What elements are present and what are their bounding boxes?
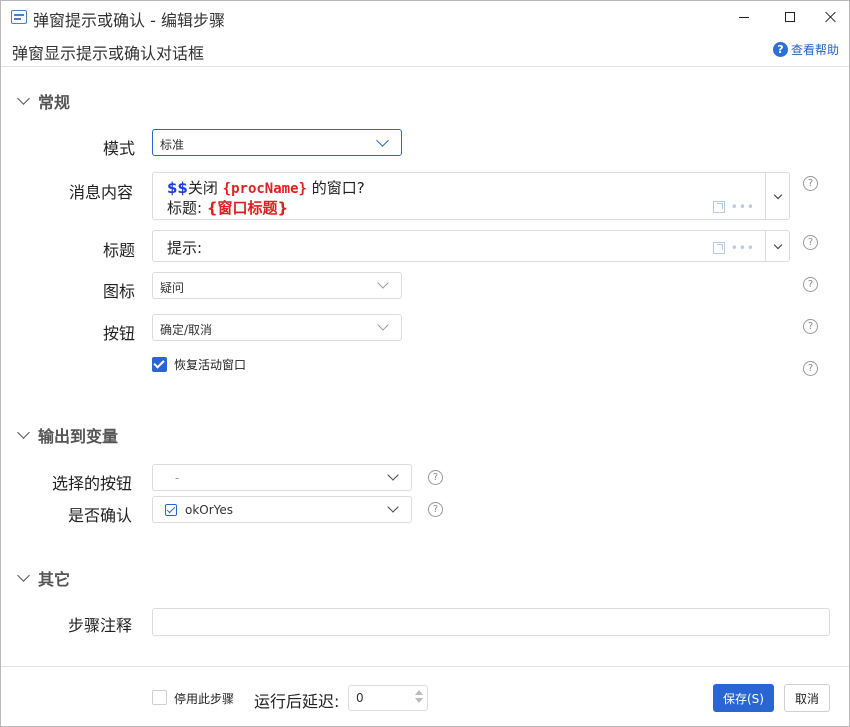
title-tools: ••• [712, 241, 755, 255]
expression-prefix: $$ [167, 179, 188, 197]
mode-select-value: 标准 [160, 138, 185, 152]
chevron-down-icon [377, 277, 389, 289]
chevron-down-icon [773, 190, 782, 199]
title-input[interactable]: 提示: ••• [152, 230, 790, 262]
delay-label: 运行后延迟: [254, 692, 340, 711]
section-output-header[interactable]: 输出到变量 [17, 423, 119, 447]
editor-tools: ••• [712, 200, 755, 214]
disable-step-checkbox[interactable] [152, 690, 167, 705]
title-dropdown-button[interactable] [765, 231, 789, 261]
buttons-select[interactable]: 确定/取消 [152, 314, 402, 341]
title-field-label: 标题 [103, 241, 136, 260]
message-text-c: 标题: [167, 199, 207, 217]
message-text-b: 的窗口? [306, 179, 365, 197]
chevron-down-icon [17, 92, 30, 105]
title-bar[interactable]: 弹窗提示或确认 - 编辑步骤 [1, 1, 849, 35]
help-icon-restore-window[interactable]: ? [803, 361, 818, 376]
selected-button-variable-select[interactable]: - [152, 464, 412, 491]
section-output-title: 输出到变量 [38, 427, 119, 446]
dialog-subtitle: 弹窗显示提示或确认对话框 [12, 44, 205, 63]
expand-editor-icon[interactable] [712, 242, 725, 254]
minimize-icon [739, 16, 749, 18]
message-line-1: $$关闭 {procName} 的窗口? [167, 177, 365, 198]
chevron-down-icon [773, 240, 782, 249]
spinner-down-icon[interactable] [415, 698, 423, 703]
help-icon-title[interactable]: ? [803, 235, 818, 250]
help-icon-buttons[interactable]: ? [803, 319, 818, 334]
chevron-down-icon [17, 569, 30, 582]
help-icon-selected-button[interactable]: ? [428, 470, 443, 485]
section-other-header[interactable]: 其它 [17, 566, 71, 590]
message-line-2: 标题: {窗口标题} [167, 197, 288, 218]
message-content-editor[interactable]: $$关闭 {procName} 的窗口? 标题: {窗口标题} ••• [152, 172, 790, 220]
cancel-button[interactable]: 取消 [784, 684, 830, 712]
is-confirm-value: okOrYes [185, 503, 234, 517]
chevron-down-icon [17, 426, 30, 439]
window-title: 弹窗提示或确认 - 编辑步骤 [33, 11, 225, 30]
chevron-down-icon [376, 134, 389, 147]
step-note-label: 步骤注释 [68, 616, 133, 635]
restore-window-label[interactable]: 恢复活动窗口 [174, 356, 246, 373]
more-options-icon[interactable]: ••• [731, 241, 755, 255]
question-circle-icon: ? [772, 42, 788, 57]
help-icon-is-confirm[interactable]: ? [428, 502, 443, 517]
variable-token-procname: {procName} [222, 181, 307, 197]
help-link-label: 查看帮助 [790, 43, 839, 57]
chevron-down-icon [387, 501, 399, 513]
section-general-title: 常规 [38, 93, 71, 112]
icon-label: 图标 [103, 282, 136, 301]
message-text-a: 关闭 [187, 179, 223, 197]
icon-select-value: 疑问 [160, 281, 185, 295]
chevron-down-icon [377, 319, 389, 331]
close-button[interactable] [807, 1, 850, 33]
message-label: 消息内容 [69, 183, 134, 202]
minimize-button[interactable] [721, 1, 767, 33]
help-link[interactable]: ? 查看帮助 [772, 41, 839, 58]
spinner-arrows[interactable] [415, 690, 423, 703]
restore-window-checkbox[interactable] [152, 357, 167, 372]
form-body: 常规 模式 标准 消息内容 $$关闭 {procName} 的窗口? 标题: {… [1, 68, 849, 666]
is-confirm-variable-select[interactable]: okOrYes [152, 496, 412, 523]
help-icon-message[interactable]: ? [803, 176, 818, 191]
variable-enabled-checkbox[interactable] [165, 504, 177, 516]
window-app-icon [11, 10, 27, 24]
step-note-input[interactable] [152, 608, 830, 636]
title-input-value: 提示: [167, 239, 203, 257]
dialog-footer: 停用此步骤 运行后延迟: 0 保存(S) 取消 [1, 666, 849, 726]
delay-spinner[interactable]: 0 [348, 685, 428, 711]
more-options-icon[interactable]: ••• [731, 200, 755, 214]
spinner-up-icon[interactable] [415, 690, 423, 695]
section-other-title: 其它 [38, 570, 71, 589]
disable-step-label[interactable]: 停用此步骤 [174, 690, 234, 707]
help-icon-icon[interactable]: ? [803, 277, 818, 292]
mode-select[interactable]: 标准 [152, 129, 402, 156]
is-confirm-label: 是否确认 [68, 506, 133, 525]
mode-label: 模式 [103, 139, 136, 158]
selected-button-value: - [175, 471, 180, 485]
variable-token-window-title: {窗口标题} [206, 199, 289, 217]
buttons-select-value: 确定/取消 [160, 323, 213, 337]
chevron-down-icon [387, 469, 399, 481]
message-dropdown-button[interactable] [765, 173, 789, 219]
header-row: 弹窗显示提示或确认对话框 ? 查看帮助 [1, 35, 849, 67]
save-button[interactable]: 保存(S) [713, 684, 774, 712]
buttons-label: 按钮 [103, 324, 136, 343]
icon-select[interactable]: 疑问 [152, 272, 402, 299]
section-general-header[interactable]: 常规 [17, 89, 71, 113]
edit-step-window: 弹窗提示或确认 - 编辑步骤 弹窗显示提示或确认对话框 ? 查看帮助 常规 模式… [0, 0, 850, 727]
close-icon [824, 11, 836, 23]
maximize-icon [785, 12, 795, 22]
delay-value: 0 [356, 691, 364, 705]
expand-editor-icon[interactable] [712, 201, 725, 213]
selected-button-label: 选择的按钮 [52, 474, 133, 493]
